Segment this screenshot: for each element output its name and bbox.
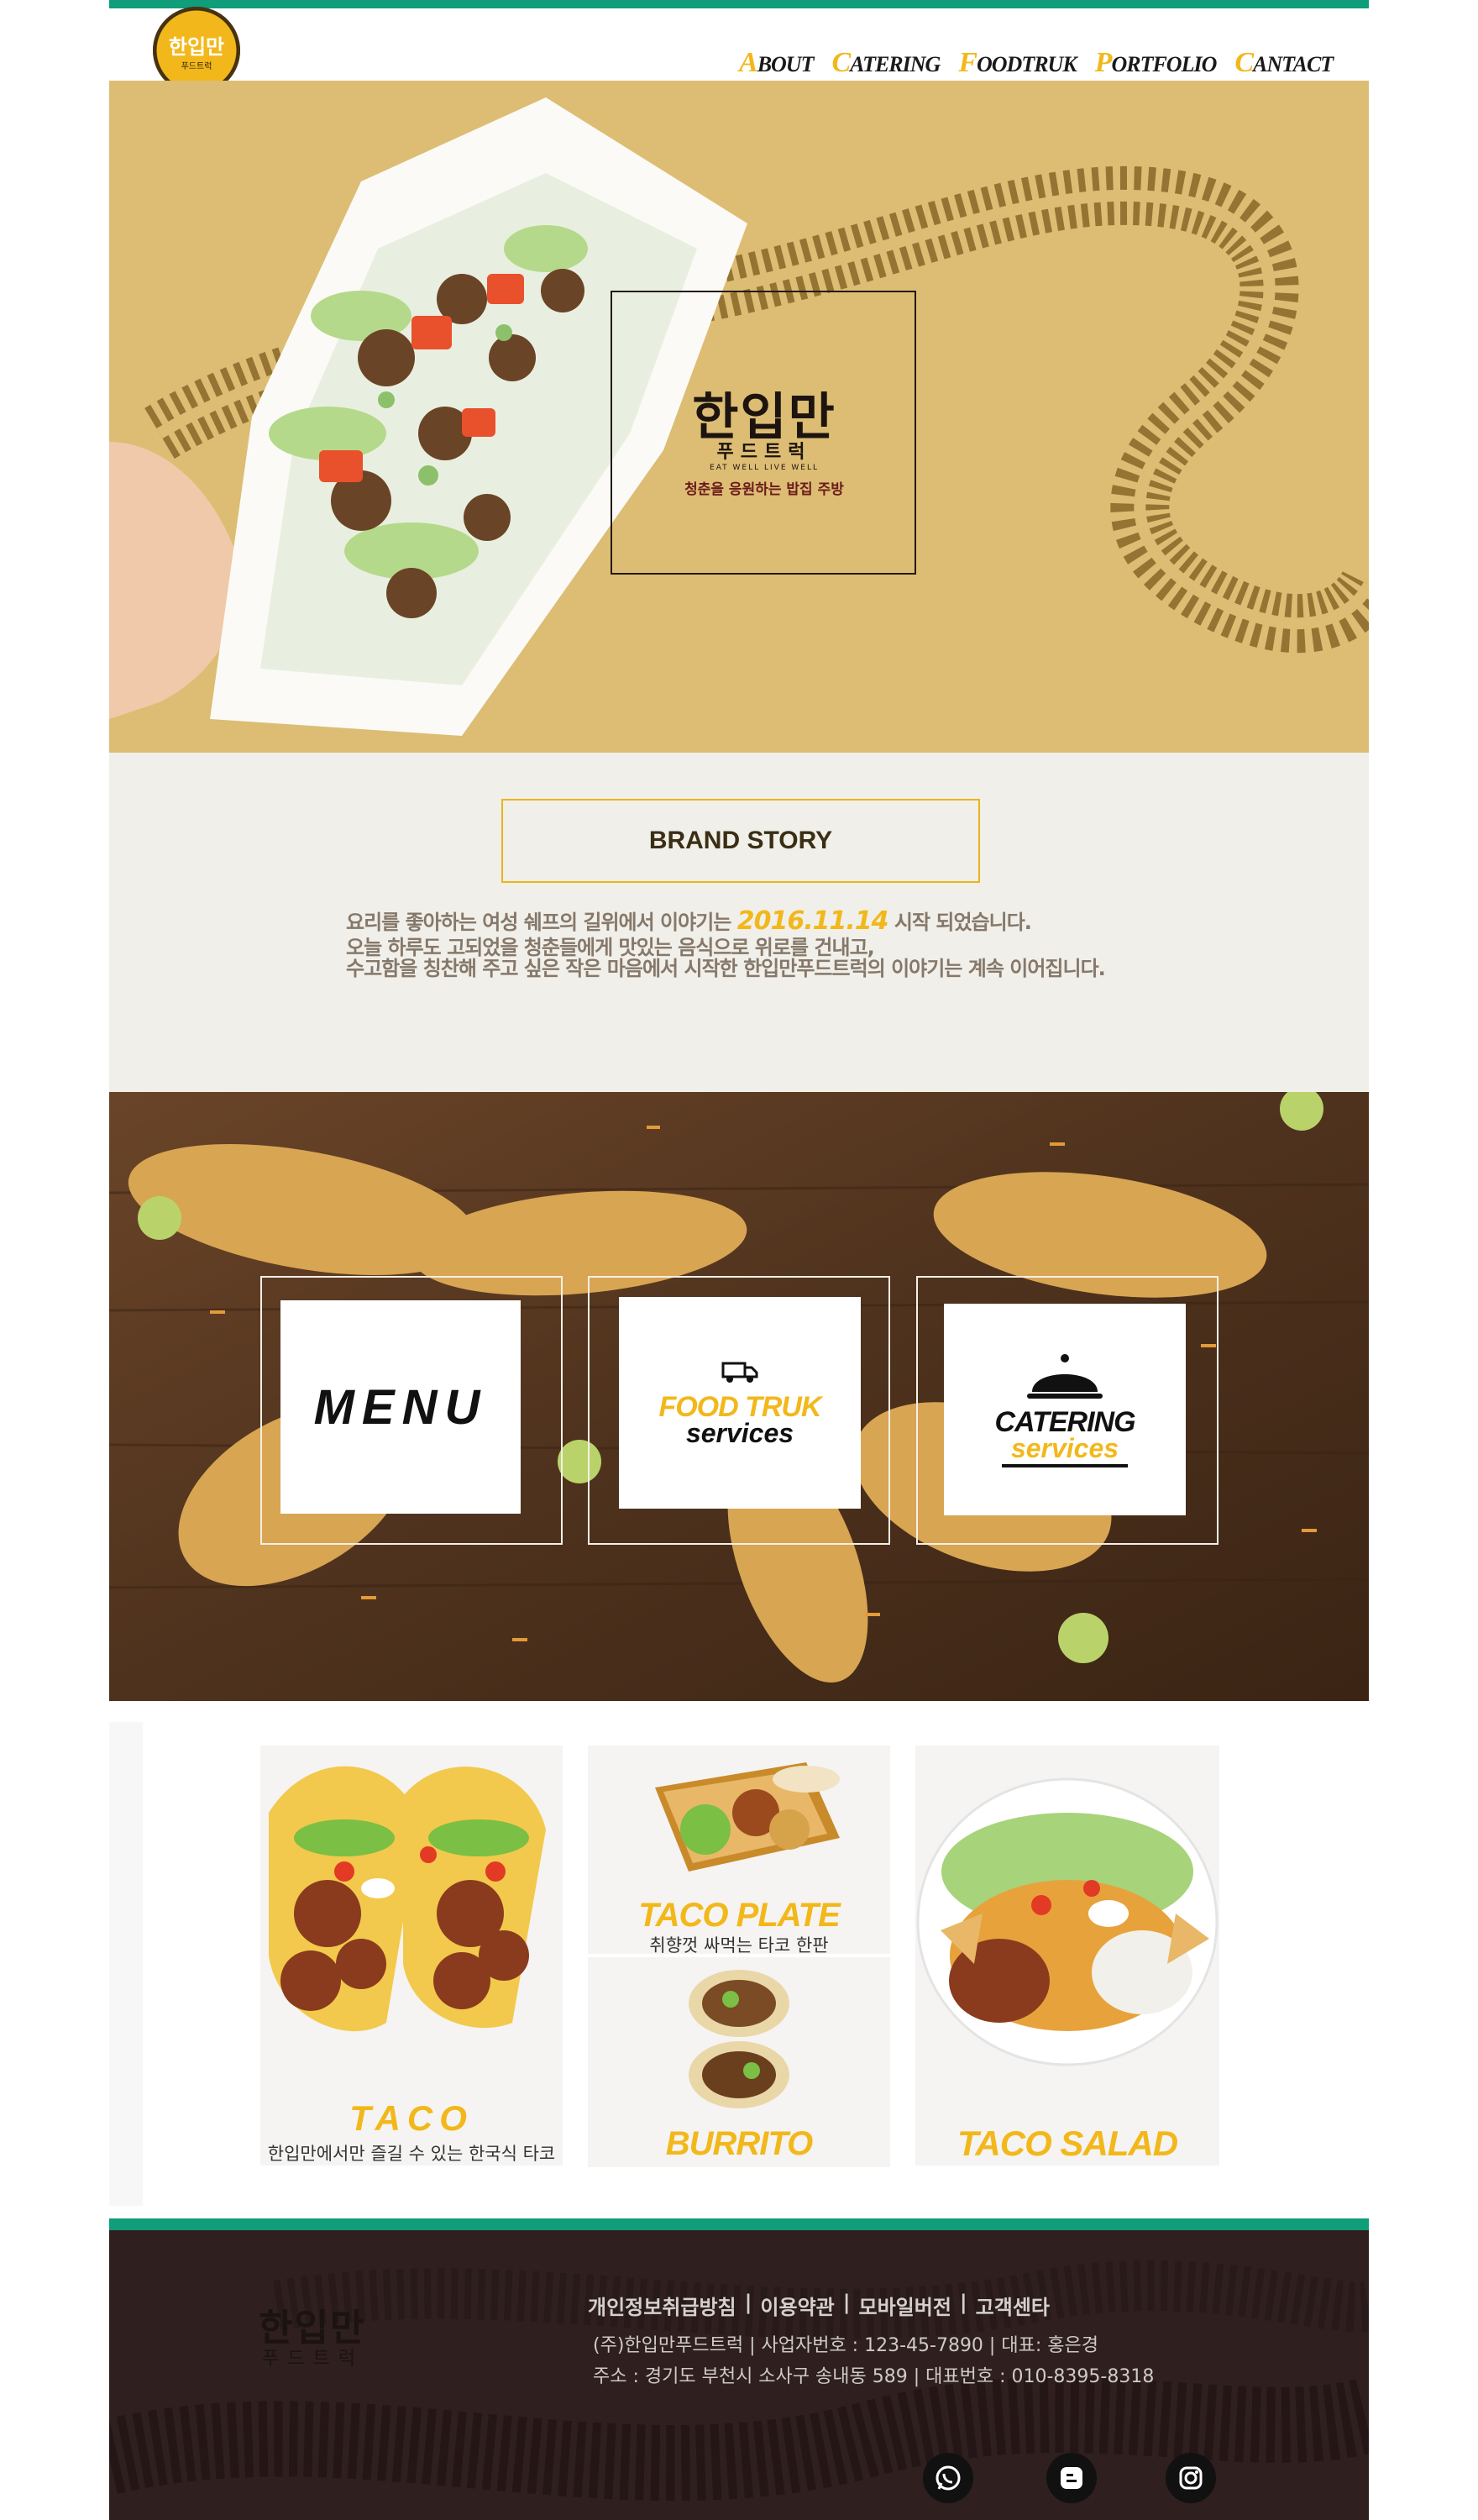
nav-contact-cap: C bbox=[1234, 47, 1254, 78]
whatsapp-icon bbox=[936, 2465, 961, 2491]
taco-item[interactable]: TACO 한입만에서만 즐길 수 있는 한국식 타코 bbox=[260, 1746, 563, 2166]
catering-label: CATERING bbox=[994, 1406, 1135, 1438]
taco-plate-title: TACO PLATE bbox=[638, 1897, 841, 1934]
taco-plate-image bbox=[655, 1762, 840, 1872]
truck-icon bbox=[721, 1362, 758, 1383]
nav-foodtruk-cap: F bbox=[958, 47, 977, 78]
brand-story-title-box: BRAND STORY bbox=[501, 799, 980, 883]
footer-link-terms[interactable]: 이용약관 bbox=[760, 2291, 834, 2320]
blog-button[interactable] bbox=[1046, 2453, 1097, 2503]
catering-underline bbox=[1002, 1464, 1128, 1467]
hero-tagline: EAT WELL LIVE WELL bbox=[710, 464, 819, 472]
catering-sublabel: services bbox=[1010, 1433, 1119, 1463]
taco-salad-item[interactable]: TACO SALAD bbox=[915, 1746, 1219, 2166]
foodtruk-card[interactable]: FOOD TRUK services bbox=[619, 1297, 861, 1509]
menu-grid-edge bbox=[109, 1722, 143, 2206]
hero-slogan: 청춘을 응원하는 밥집 주방 bbox=[684, 481, 844, 498]
menu-card-label: MENU bbox=[313, 1379, 488, 1435]
footer-separator: | bbox=[959, 2291, 967, 2314]
nav-portfolio-rest: ORTFOLIO bbox=[1111, 52, 1217, 76]
catering-card[interactable]: CATERING services bbox=[944, 1304, 1186, 1515]
nav-catering-cap: C bbox=[831, 47, 851, 78]
nav-catering[interactable]: CATERING bbox=[831, 47, 941, 79]
nav-about-cap: A bbox=[739, 47, 758, 78]
burrito-title: BURRITO bbox=[665, 2125, 813, 2162]
taco-plate-desc: 취향껏 싸먹는 타코 한판 bbox=[649, 1935, 829, 1954]
nav-portfolio-cap: P bbox=[1094, 47, 1113, 78]
cloche-icon bbox=[1027, 1354, 1103, 1399]
story-line-1-after: 시작 되었습니다. bbox=[888, 911, 1032, 934]
blogger-icon bbox=[1061, 2467, 1082, 2489]
nav-about[interactable]: ABOUT bbox=[739, 47, 815, 79]
taco-image bbox=[269, 1766, 546, 2032]
nav-foodtruk[interactable]: FOODTRUK bbox=[958, 47, 1077, 79]
footer-address-info: 주소 : 경기도 부천시 소사구 송내동 589 | 대표번호 : 010-83… bbox=[593, 2366, 1155, 2387]
brand-story-title: BRAND STORY bbox=[648, 827, 833, 854]
burrito-image bbox=[689, 1970, 789, 2108]
main-nav: ABOUT CATERING FOODTRUK PORTFOLIO CANTAC… bbox=[739, 47, 1334, 79]
menu-card[interactable]: MENU bbox=[280, 1300, 521, 1514]
footer-link-support[interactable]: 고객센타 bbox=[976, 2291, 1050, 2320]
nav-contact-rest: ANTACT bbox=[1253, 52, 1334, 76]
footer-logo-sub: 푸드트럭 bbox=[262, 2349, 364, 2370]
taco-desc: 한입만에서만 즐길 수 있는 한국식 타코 bbox=[267, 2144, 556, 2164]
instagram-icon bbox=[1179, 2466, 1203, 2490]
footer-link-mobile[interactable]: 모바일버전 bbox=[859, 2291, 951, 2320]
footer-separator: | bbox=[744, 2291, 752, 2314]
logo-text: 한입만 bbox=[168, 35, 225, 59]
top-accent-stripe bbox=[109, 0, 1369, 8]
burrito-item[interactable]: BURRITO bbox=[588, 1957, 890, 2167]
instagram-button[interactable] bbox=[1166, 2453, 1216, 2503]
foodtruk-label: FOOD TRUK bbox=[658, 1391, 821, 1423]
hero-subtitle: 푸드트럭 bbox=[716, 442, 812, 463]
story-line-3: 수고함을 칭찬해 주고 싶은 작은 마음에서 시작한 한입만푸드트럭의 이야기는… bbox=[346, 957, 1106, 980]
taco-title: TACO bbox=[349, 2098, 474, 2138]
footer-link-privacy[interactable]: 개인정보취급방침 bbox=[588, 2291, 736, 2320]
nav-contact[interactable]: CANTACT bbox=[1234, 47, 1334, 79]
nav-catering-rest: ATERING bbox=[850, 52, 941, 76]
taco-salad-title: TACO SALAD bbox=[957, 2124, 1178, 2163]
nav-foodtruk-rest: OODTRUK bbox=[977, 52, 1077, 76]
whatsapp-button[interactable] bbox=[923, 2453, 973, 2503]
taco-plate-item[interactable]: TACO PLATE 취향껏 싸먹는 타코 한판 bbox=[588, 1746, 890, 1954]
footer-separator: | bbox=[842, 2291, 851, 2314]
logo-subtext: 푸드트럭 bbox=[181, 62, 212, 71]
nav-portfolio[interactable]: PORTFOLIO bbox=[1094, 47, 1218, 79]
footer-links: 개인정보취급방침 | 이용약관 | 모바일버전 | 고객센타 bbox=[588, 2291, 1050, 2320]
foodtruk-sublabel: services bbox=[685, 1418, 794, 1448]
footer-company-info: (주)한입만푸드트럭 | 사업자번호 : 123-45-7890 | 대표: 홍… bbox=[593, 2335, 1098, 2356]
taco-salad-image bbox=[916, 1777, 1219, 2066]
nav-about-rest: BOUT bbox=[757, 52, 815, 76]
footer-accent-stripe bbox=[109, 2218, 1369, 2230]
